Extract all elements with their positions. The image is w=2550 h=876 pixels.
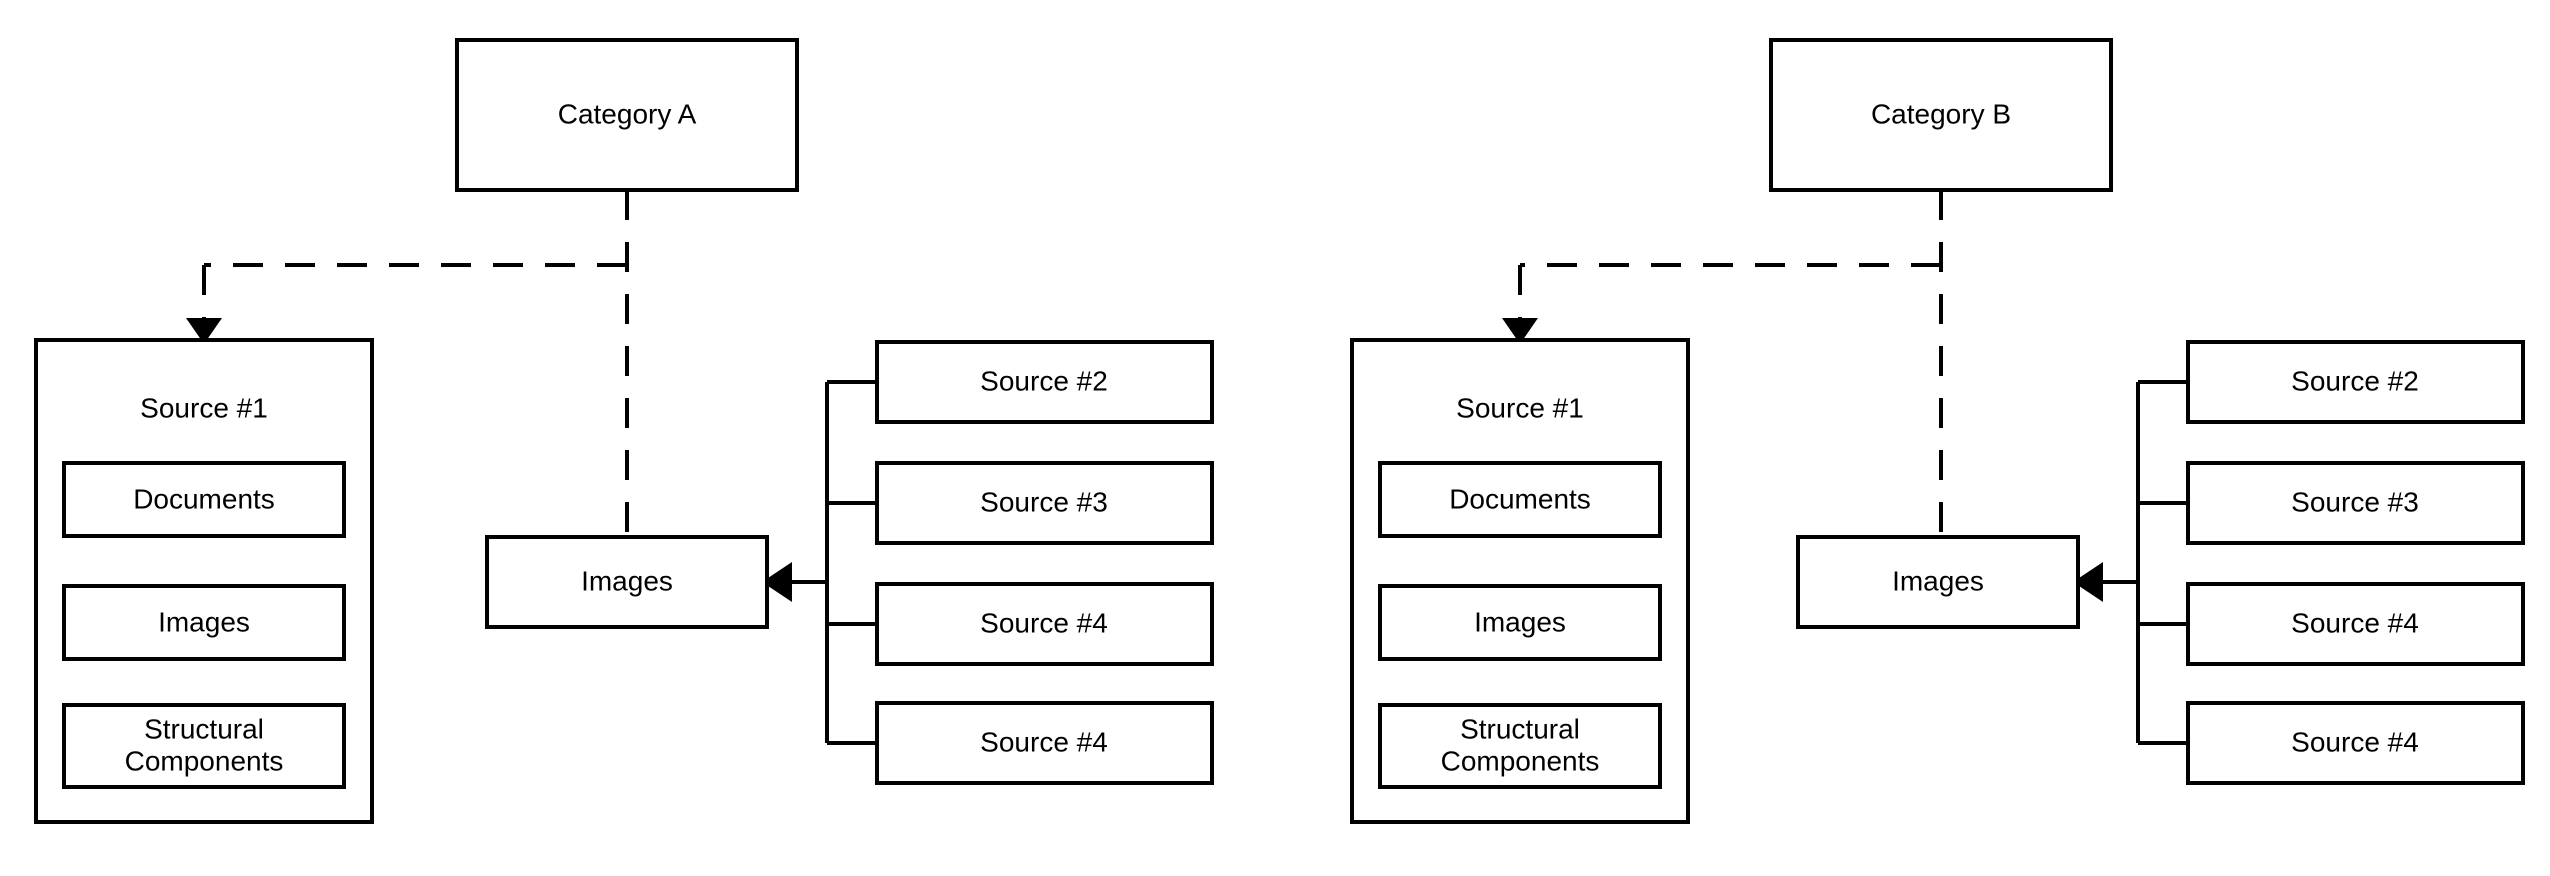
node-documents-a[interactable]: Documents	[62, 461, 346, 538]
node-images-b[interactable]: Images	[1796, 535, 2080, 629]
group-category-b: Category B Source #1 Documents Images St…	[1350, 38, 2525, 824]
images-a-label: Images	[581, 565, 673, 596]
source4-first-b-label: Source #4	[2291, 607, 2419, 638]
edge-sources-b-to-images	[2101, 380, 2188, 745]
group-category-a: Category A Source #1 Documents Images St…	[34, 38, 1214, 824]
node-category-a[interactable]: Category A	[455, 38, 799, 192]
source3-a-label: Source #3	[980, 486, 1108, 517]
structural-components-b-label-line2: Components	[1441, 745, 1600, 776]
source3-b-label: Source #3	[2291, 486, 2419, 517]
structural-components-a-label-line2: Components	[125, 745, 284, 776]
images-inner-a-label: Images	[158, 606, 250, 637]
node-source3-b[interactable]: Source #3	[2186, 461, 2525, 545]
node-source2-b[interactable]: Source #2	[2186, 340, 2525, 424]
node-source1-container-a[interactable]: Source #1 Documents Images Structural Co…	[34, 338, 374, 824]
source2-b-label: Source #2	[2291, 365, 2419, 396]
documents-a-label: Documents	[133, 483, 275, 514]
node-source2-a[interactable]: Source #2	[875, 340, 1214, 424]
node-images-inner-a[interactable]: Images	[62, 584, 346, 661]
images-inner-b-label: Images	[1474, 606, 1566, 637]
node-images-a[interactable]: Images	[485, 535, 769, 629]
node-source4-first-b[interactable]: Source #4	[2186, 582, 2525, 666]
node-category-b[interactable]: Category B	[1769, 38, 2113, 192]
node-structural-components-a[interactable]: Structural Components	[62, 703, 346, 789]
diagram-canvas: Category A Source #1 Documents Images St…	[34, 38, 2525, 824]
source4-second-a-label: Source #4	[980, 726, 1108, 757]
node-source4-second-a[interactable]: Source #4	[875, 701, 1214, 785]
node-documents-b[interactable]: Documents	[1378, 461, 1662, 538]
source1-b-label: Source #1	[1456, 392, 1584, 423]
source4-first-a-label: Source #4	[980, 607, 1108, 638]
node-source4-first-a[interactable]: Source #4	[875, 582, 1214, 666]
structural-components-a-label-line1: Structural	[144, 713, 264, 744]
node-images-inner-b[interactable]: Images	[1378, 584, 1662, 661]
node-structural-components-b[interactable]: Structural Components	[1378, 703, 1662, 789]
node-source1-container-b[interactable]: Source #1 Documents Images Structural Co…	[1350, 338, 1690, 824]
category-b-label: Category B	[1871, 98, 2011, 129]
images-b-label: Images	[1892, 565, 1984, 596]
edge-sources-a-to-images	[790, 380, 877, 745]
diagram-root: Category A Source #1 Documents Images St…	[0, 0, 2550, 876]
source1-a-label: Source #1	[140, 392, 268, 423]
documents-b-label: Documents	[1449, 483, 1591, 514]
source4-second-b-label: Source #4	[2291, 726, 2419, 757]
node-source3-a[interactable]: Source #3	[875, 461, 1214, 545]
node-source4-second-b[interactable]: Source #4	[2186, 701, 2525, 785]
category-a-label: Category A	[558, 98, 697, 129]
structural-components-b-label-line1: Structural	[1460, 713, 1580, 744]
source2-a-label: Source #2	[980, 365, 1108, 396]
